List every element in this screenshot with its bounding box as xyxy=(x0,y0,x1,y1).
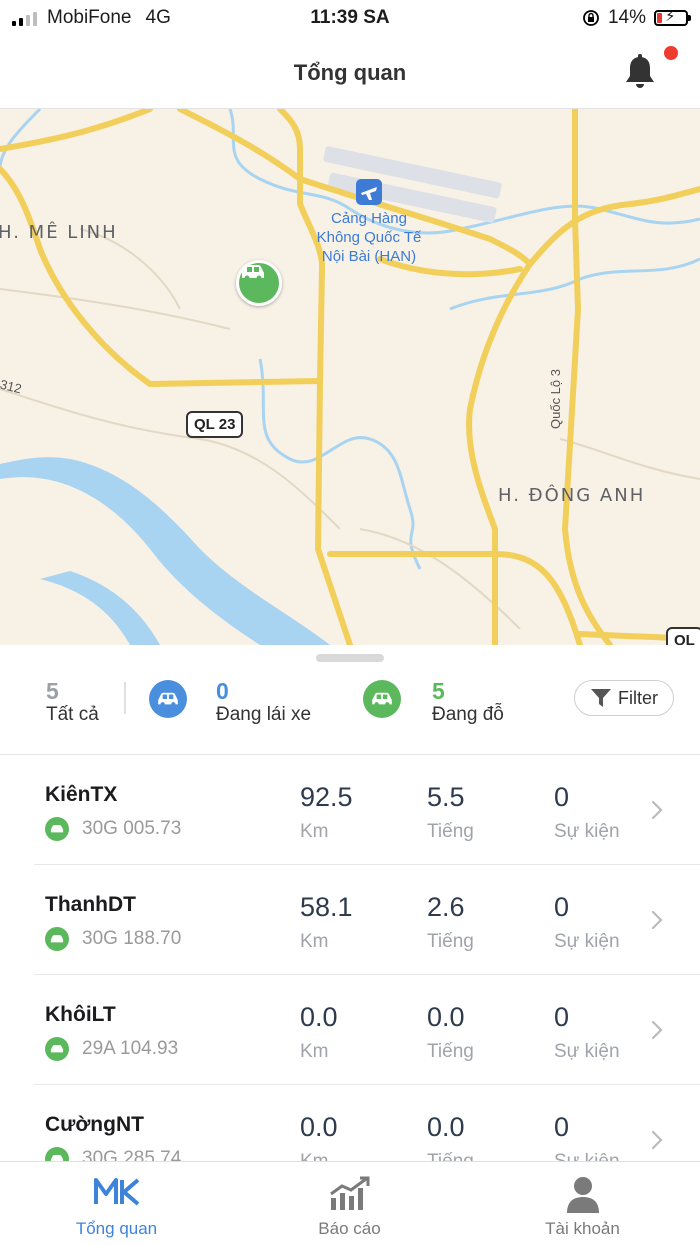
hours-unit: Tiếng xyxy=(427,1041,474,1062)
driver-name: KhôiLT xyxy=(45,1003,116,1026)
rotation-lock-icon xyxy=(583,10,599,26)
vehicle-map-marker[interactable] xyxy=(236,260,282,306)
car-icon xyxy=(45,927,69,951)
events-value: 0 xyxy=(554,1002,570,1032)
distance-value: 0.0 xyxy=(300,1112,338,1142)
tab-overview[interactable]: Tổng quan xyxy=(0,1162,233,1245)
filter-button[interactable]: Filter xyxy=(574,680,674,716)
hours-value: 0.0 xyxy=(427,1002,465,1032)
nav-bar: Tổng quan xyxy=(0,36,700,109)
distance-value: 92.5 xyxy=(300,782,353,812)
vehicle-summary: 5 Tất cả 0 Đang lái xe 5 Đang đỗ Filter xyxy=(0,668,700,755)
airport-label-line1: Cảng Hàng xyxy=(331,210,407,227)
sheet-drag-handle[interactable] xyxy=(316,654,384,662)
distance-unit: Km xyxy=(300,931,329,952)
status-bar: MobiFone 4G 11:39 SA 14% ⚡ xyxy=(0,0,700,36)
all-label: Tất cả xyxy=(46,704,99,725)
tab-reports-label: Báo cáo xyxy=(318,1219,381,1238)
distance-unit: Km xyxy=(300,1151,329,1161)
map-label-airport: Cảng Hàng Không Quốc Tế Nội Bài (HAN) xyxy=(300,209,438,266)
hours-value: 2.6 xyxy=(427,892,465,922)
events-unit: Sự kiện xyxy=(554,821,620,842)
license-plate: 30G 285.74 xyxy=(82,1148,182,1161)
parked-label: Đang đỗ xyxy=(432,704,504,725)
driving-count: 0 xyxy=(216,678,229,704)
distance-value: 0.0 xyxy=(300,1002,338,1032)
bell-icon[interactable] xyxy=(622,54,658,92)
events-unit: Sự kiện xyxy=(554,1041,620,1062)
chevron-right-icon xyxy=(651,1020,663,1040)
map-label-me-linh: H. MÊ LINH xyxy=(0,222,118,243)
hours-unit: Tiếng xyxy=(427,821,474,842)
driving-label: Đang lái xe xyxy=(216,704,312,725)
airport-label-line3: Nội Bài (HAN) xyxy=(321,248,417,265)
car-icon xyxy=(45,1147,69,1161)
vehicle-row[interactable]: CườngNT 30G 285.74 0.0 Km 0.0 Tiếng 0 Sự… xyxy=(0,1085,700,1161)
events-value: 0 xyxy=(554,1112,570,1142)
notification-badge xyxy=(664,46,678,60)
chevron-right-icon xyxy=(651,910,663,930)
events-unit: Sự kiện xyxy=(554,931,620,952)
all-count: 5 xyxy=(46,678,59,704)
battery-icon: ⚡ xyxy=(654,9,691,26)
distance-unit: Km xyxy=(300,1041,329,1062)
road-badge-ql23: QL 23 xyxy=(186,411,244,438)
parked-count: 5 xyxy=(432,678,445,704)
vehicle-row[interactable]: KiênTX 30G 005.73 92.5 Km 5.5 Tiếng 0 Sự… xyxy=(0,755,700,865)
vehicle-row[interactable]: KhôiLT 29A 104.93 0.0 Km 0.0 Tiếng 0 Sự … xyxy=(0,975,700,1085)
mk-logo-icon xyxy=(93,1178,139,1206)
map-view[interactable]: H. MÊ LINH H. ĐÔNG ANH Cảng Hàng Không Q… xyxy=(0,109,700,645)
map-label-dong-anh: H. ĐÔNG ANH xyxy=(498,485,646,506)
tab-reports[interactable]: Báo cáo xyxy=(233,1162,466,1245)
hours-unit: Tiếng xyxy=(427,931,474,952)
license-plate: 30G 005.73 xyxy=(82,818,182,839)
license-plate: 29A 104.93 xyxy=(82,1038,179,1059)
tab-account-label: Tài khoản xyxy=(545,1219,620,1238)
map-canvas xyxy=(0,109,700,645)
parked-car-icon xyxy=(363,680,401,718)
distance-unit: Km xyxy=(300,821,329,842)
events-value: 0 xyxy=(554,782,570,812)
battery-percent: 14% xyxy=(607,7,646,28)
hours-unit: Tiếng xyxy=(427,1151,474,1161)
chevron-right-icon xyxy=(651,800,663,820)
page-title: Tổng quan xyxy=(293,60,407,85)
tab-account[interactable]: Tài khoản xyxy=(466,1162,699,1245)
user-icon xyxy=(566,1177,599,1213)
car-icon xyxy=(242,265,264,281)
events-unit: Sự kiện xyxy=(554,1151,620,1161)
funnel-icon xyxy=(591,689,611,707)
driver-name: CườngNT xyxy=(45,1113,144,1136)
chart-icon xyxy=(329,1176,369,1210)
tab-overview-label: Tổng quan xyxy=(75,1219,158,1238)
driving-car-icon xyxy=(149,680,187,718)
summary-divider xyxy=(124,682,126,714)
tab-bar: Tổng quan Báo cáo Tài khoản xyxy=(0,1161,700,1245)
road-label-quoc-lo-3: Quốc Lộ 3 xyxy=(548,369,563,429)
vehicle-list[interactable]: KiênTX 30G 005.73 92.5 Km 5.5 Tiếng 0 Sự… xyxy=(0,755,700,1161)
events-value: 0 xyxy=(554,892,570,922)
driver-name: ThanhDT xyxy=(45,893,136,916)
car-icon xyxy=(45,1037,69,1061)
hours-value: 0.0 xyxy=(427,1112,465,1142)
vehicle-row[interactable]: ThanhDT 30G 188.70 58.1 Km 2.6 Tiếng 0 S… xyxy=(0,865,700,975)
license-plate: 30G 188.70 xyxy=(82,928,182,949)
distance-value: 58.1 xyxy=(300,892,353,922)
hours-value: 5.5 xyxy=(427,782,465,812)
chevron-right-icon xyxy=(651,1130,663,1150)
road-badge-ql-edge: QL xyxy=(666,627,700,645)
airport-label-line2: Không Quốc Tế xyxy=(316,229,422,246)
car-icon xyxy=(45,817,69,841)
filter-button-label: Filter xyxy=(618,687,658,708)
driver-name: KiênTX xyxy=(45,783,118,806)
